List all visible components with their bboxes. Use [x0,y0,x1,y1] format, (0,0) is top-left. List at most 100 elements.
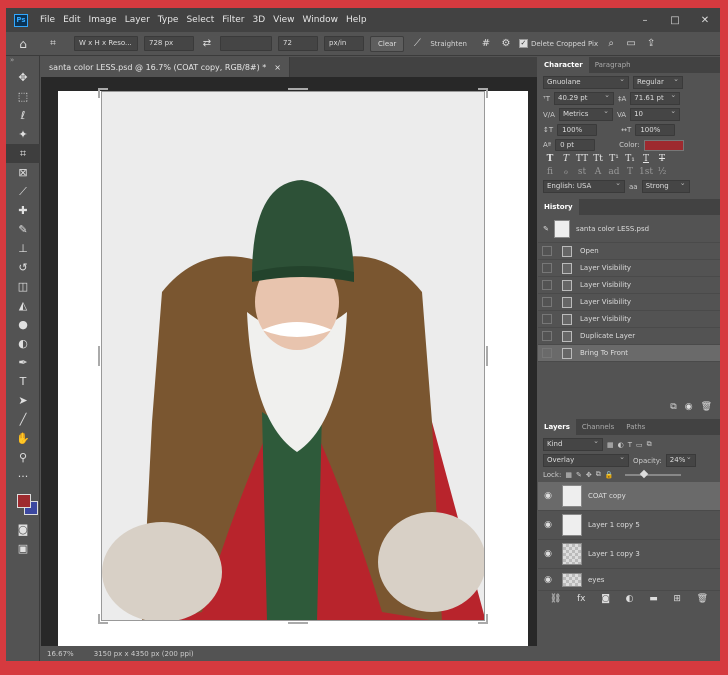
search-icon[interactable]: ⌕ [604,37,618,51]
more-tools-icon[interactable]: ··· [6,467,40,486]
stylistic-alternates-button[interactable]: st [575,167,589,177]
layer-row[interactable]: ◉ COAT copy [538,482,720,511]
menu-view[interactable]: View [269,15,298,25]
filter-shape-icon[interactable]: ▭ [636,441,643,449]
overlay-grid-icon[interactable]: # [479,37,493,51]
tab-layers[interactable]: Layers [538,419,576,435]
history-item[interactable]: Layer Visibility [538,277,720,294]
history-item[interactable]: Layer Visibility [538,311,720,328]
history-item[interactable]: Layer Visibility [538,260,720,277]
language-select[interactable]: English: USA [543,178,625,193]
tab-paragraph[interactable]: Paragraph [589,57,637,73]
lock-position-icon[interactable]: ✥ [586,471,592,479]
healing-brush-tool-icon[interactable]: ✚ [6,201,40,220]
visibility-eye-icon[interactable]: ◉ [538,491,558,501]
antialias-select[interactable]: Strong [641,178,690,193]
opacity-slider-thumb[interactable] [640,469,649,478]
adjustment-layer-icon[interactable]: ◐ [626,594,634,604]
layer-name[interactable]: eyes [588,576,604,584]
crop-tool-icon[interactable]: ⌗ [6,144,40,163]
menu-image[interactable]: Image [85,15,121,25]
oldstyle-figures-button[interactable]: T [623,167,637,177]
blend-mode-select[interactable]: Overlay [543,452,629,467]
lock-pixels-icon[interactable]: ✎ [576,471,582,479]
close-tab-icon[interactable]: × [274,63,281,72]
tab-channels[interactable]: Channels [576,419,620,435]
visibility-eye-icon[interactable]: ◉ [538,520,558,530]
filter-adjustment-icon[interactable]: ◐ [618,441,624,449]
crop-handle-bottom-left[interactable] [98,614,108,624]
home-icon[interactable]: ⌂ [16,37,30,51]
lasso-tool-icon[interactable]: ℓ [6,106,40,125]
crop-handle-bottom-right[interactable] [478,614,488,624]
font-size-select[interactable]: 40.29 pt [553,90,614,105]
maximize-button[interactable]: □ [660,8,690,32]
crop-handle-left[interactable] [98,346,108,366]
faux-italic-button[interactable]: T [559,154,573,164]
straighten-icon[interactable]: ⟋ [410,37,424,51]
layer-style-icon[interactable]: fx [577,594,586,604]
tracking-select[interactable]: 10 [630,106,681,121]
straighten-button[interactable]: Straighten [430,40,467,48]
baseline-shift-field[interactable]: 0 pt [555,139,596,151]
brush-tool-icon[interactable]: ✎ [6,220,40,239]
menu-3d[interactable]: 3D [249,15,270,25]
filter-type-icon[interactable]: T [628,441,632,449]
clear-button[interactable]: Clear [370,35,405,52]
menu-window[interactable]: Window [299,15,343,25]
ligatures-button[interactable]: fi [543,167,557,177]
trash-icon[interactable]: 🗑 [701,402,712,412]
crop-resolution-field[interactable]: 72 [278,36,318,51]
collapse-icon[interactable]: » [6,56,39,68]
blur-tool-icon[interactable]: ● [6,315,40,334]
crop-tool-icon[interactable]: ⌗ [46,37,60,51]
strikethrough-button[interactable]: T [655,154,669,164]
pen-tool-icon[interactable]: ✒ [6,353,40,372]
zoom-level[interactable]: 16.67% [47,650,74,658]
marquee-tool-icon[interactable]: ⬚ [6,87,40,106]
santa-photo[interactable] [101,91,485,621]
crop-handle-top-left[interactable] [98,88,108,98]
resolution-unit-select[interactable]: px/in [324,36,364,51]
delete-cropped-checkbox[interactable]: ✓ Delete Cropped Pix [518,39,598,48]
menu-select[interactable]: Select [182,15,218,25]
line-tool-icon[interactable]: ╱ [6,410,40,429]
eraser-tool-icon[interactable]: ◫ [6,277,40,296]
new-document-from-state-icon[interactable]: ⧉ [670,402,676,412]
superscript-button[interactable]: T¹ [607,154,621,164]
hand-tool-icon[interactable]: ✋ [6,429,40,448]
layer-row[interactable]: ◉ Layer 1 copy 5 [538,511,720,540]
filter-pixel-icon[interactable]: ▦ [607,441,614,449]
filter-smart-object-icon[interactable]: ⧉ [647,440,652,449]
all-caps-button[interactable]: TT [575,154,589,164]
color-swatches[interactable] [6,486,40,520]
type-tool-icon[interactable]: T [6,372,40,391]
subscript-button[interactable]: T₁ [623,154,637,164]
minimize-button[interactable]: – [630,8,660,32]
lock-all-icon[interactable]: 🔒 [605,471,614,479]
kerning-select[interactable]: Metrics [558,106,613,121]
faux-bold-button[interactable]: T [543,154,557,164]
eyedropper-tool-icon[interactable]: ⟋ [6,182,40,201]
underline-button[interactable]: T [639,154,653,164]
crop-preset-select[interactable]: W x H x Reso... [74,36,138,51]
canvas-pasteboard[interactable] [41,77,537,657]
small-caps-button[interactable]: Tt [591,154,605,164]
tab-history[interactable]: History [538,199,579,215]
crop-width-field[interactable]: 728 px [144,36,194,51]
menu-help[interactable]: Help [342,15,371,25]
titling-alternates-button[interactable]: ad [607,167,621,177]
history-item[interactable]: Duplicate Layer [538,328,720,345]
font-family-select[interactable]: Gnuolane [543,74,629,89]
history-item[interactable]: Layer Visibility [538,294,720,311]
clone-stamp-tool-icon[interactable]: ⊥ [6,239,40,258]
history-snapshot[interactable]: ✎ santa color LESS.psd [538,215,720,243]
menu-edit[interactable]: Edit [59,15,84,25]
quick-mask-icon[interactable]: ◙ [6,520,40,539]
layer-row[interactable]: ◉ Layer 1 copy 3 [538,540,720,569]
close-button[interactable]: ✕ [690,8,720,32]
opacity-field[interactable]: 24% [665,452,696,467]
font-style-select[interactable]: Regular [633,74,683,89]
layer-name[interactable]: Layer 1 copy 5 [588,521,640,529]
horizontal-scale-field[interactable]: 100% [635,124,676,136]
